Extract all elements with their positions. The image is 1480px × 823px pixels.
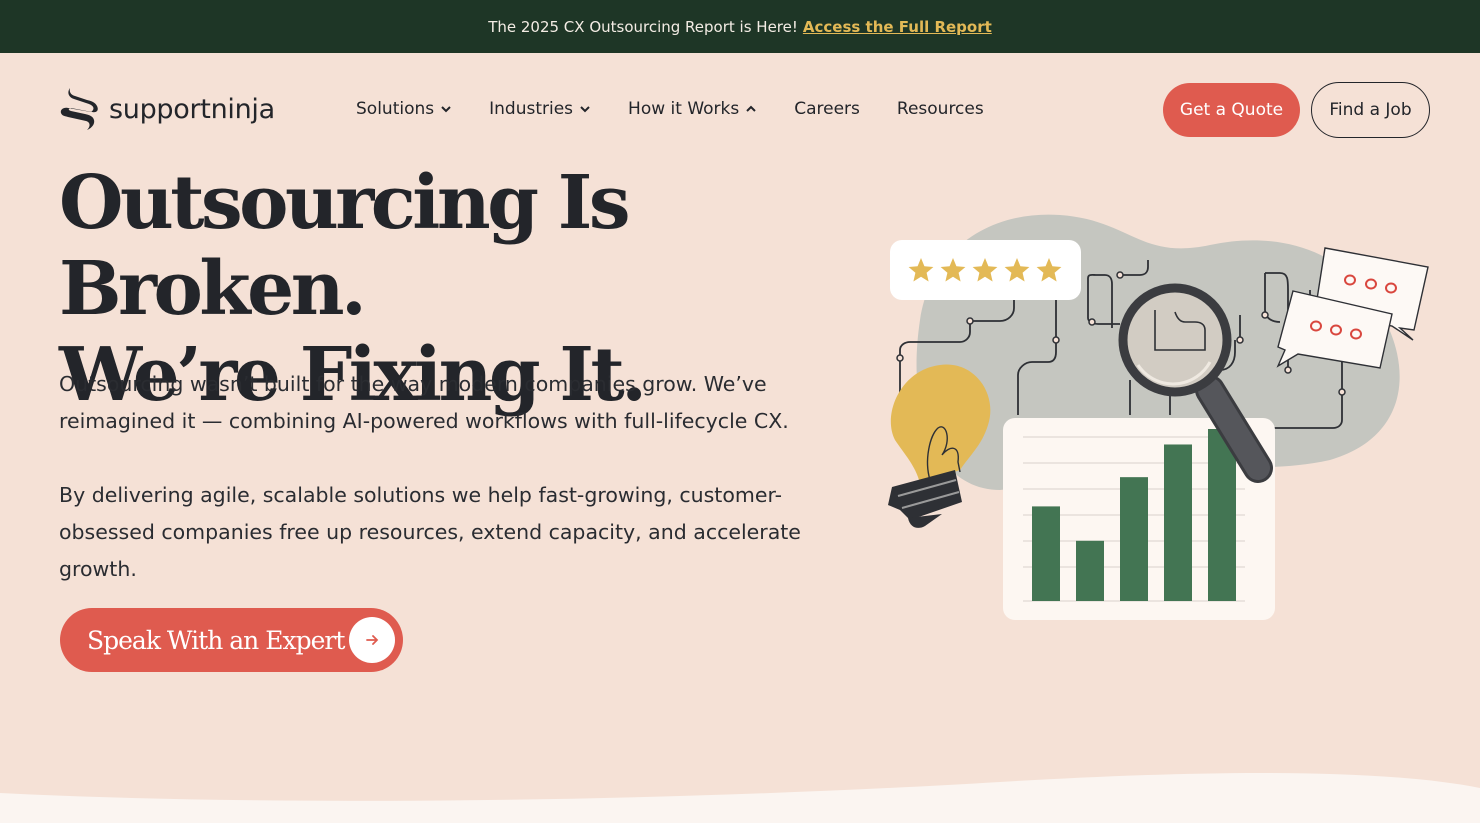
nav-item-how-it-works[interactable]: How it Works	[628, 99, 757, 119]
chart-bar	[1164, 444, 1192, 601]
nav-item-resources[interactable]: Resources	[897, 99, 984, 119]
lightbulb-icon	[888, 364, 991, 528]
chart-bar	[1120, 477, 1148, 601]
banner-report-link[interactable]: Access the Full Report	[803, 18, 992, 36]
arrow-right-icon	[349, 617, 395, 663]
nav-item-label: Careers	[794, 99, 860, 119]
find-job-button[interactable]: Find a Job	[1311, 82, 1430, 138]
hero-paragraph-2: By delivering agile, scalable solutions …	[59, 483, 801, 581]
chevron-up-icon	[746, 105, 756, 112]
hero-illustration	[888, 214, 1429, 620]
chevron-down-icon	[580, 106, 590, 113]
nav-item-solutions[interactable]: Solutions	[356, 99, 452, 119]
nav-item-industries[interactable]: Industries	[489, 99, 591, 119]
ninja-logo-icon	[60, 88, 98, 130]
chart-bar	[1032, 506, 1060, 601]
nav-item-careers[interactable]: Careers	[794, 99, 860, 119]
chart-bar	[1208, 429, 1236, 601]
get-quote-button[interactable]: Get a Quote	[1163, 83, 1300, 137]
nav-item-label: Industries	[489, 99, 574, 119]
hero-paragraph-1: Outsourcing wasn’t built for the way mod…	[59, 372, 789, 433]
announcement-banner: The 2025 CX Outsourcing Report is Here! …	[0, 0, 1480, 53]
chevron-down-icon	[441, 106, 451, 113]
chart-bar	[1076, 540, 1104, 601]
cta-label: Speak With an Expert	[87, 625, 345, 655]
speak-with-expert-button[interactable]: Speak With an Expert	[60, 608, 403, 672]
hero-headline-line-1: Outsourcing Is Broken.	[59, 160, 631, 332]
nav-item-label: Solutions	[356, 99, 435, 119]
banner-text: The 2025 CX Outsourcing Report is Here!	[488, 17, 798, 36]
nav-item-label: How it Works	[628, 99, 740, 119]
nav-item-label: Resources	[896, 99, 984, 119]
brand-logo[interactable]: supportninja	[59, 86, 275, 132]
main-nav: Solutions Industries How it Works Career…	[356, 96, 1021, 122]
section-divider-wave	[0, 772, 1480, 823]
brand-name: supportninja	[109, 93, 275, 125]
